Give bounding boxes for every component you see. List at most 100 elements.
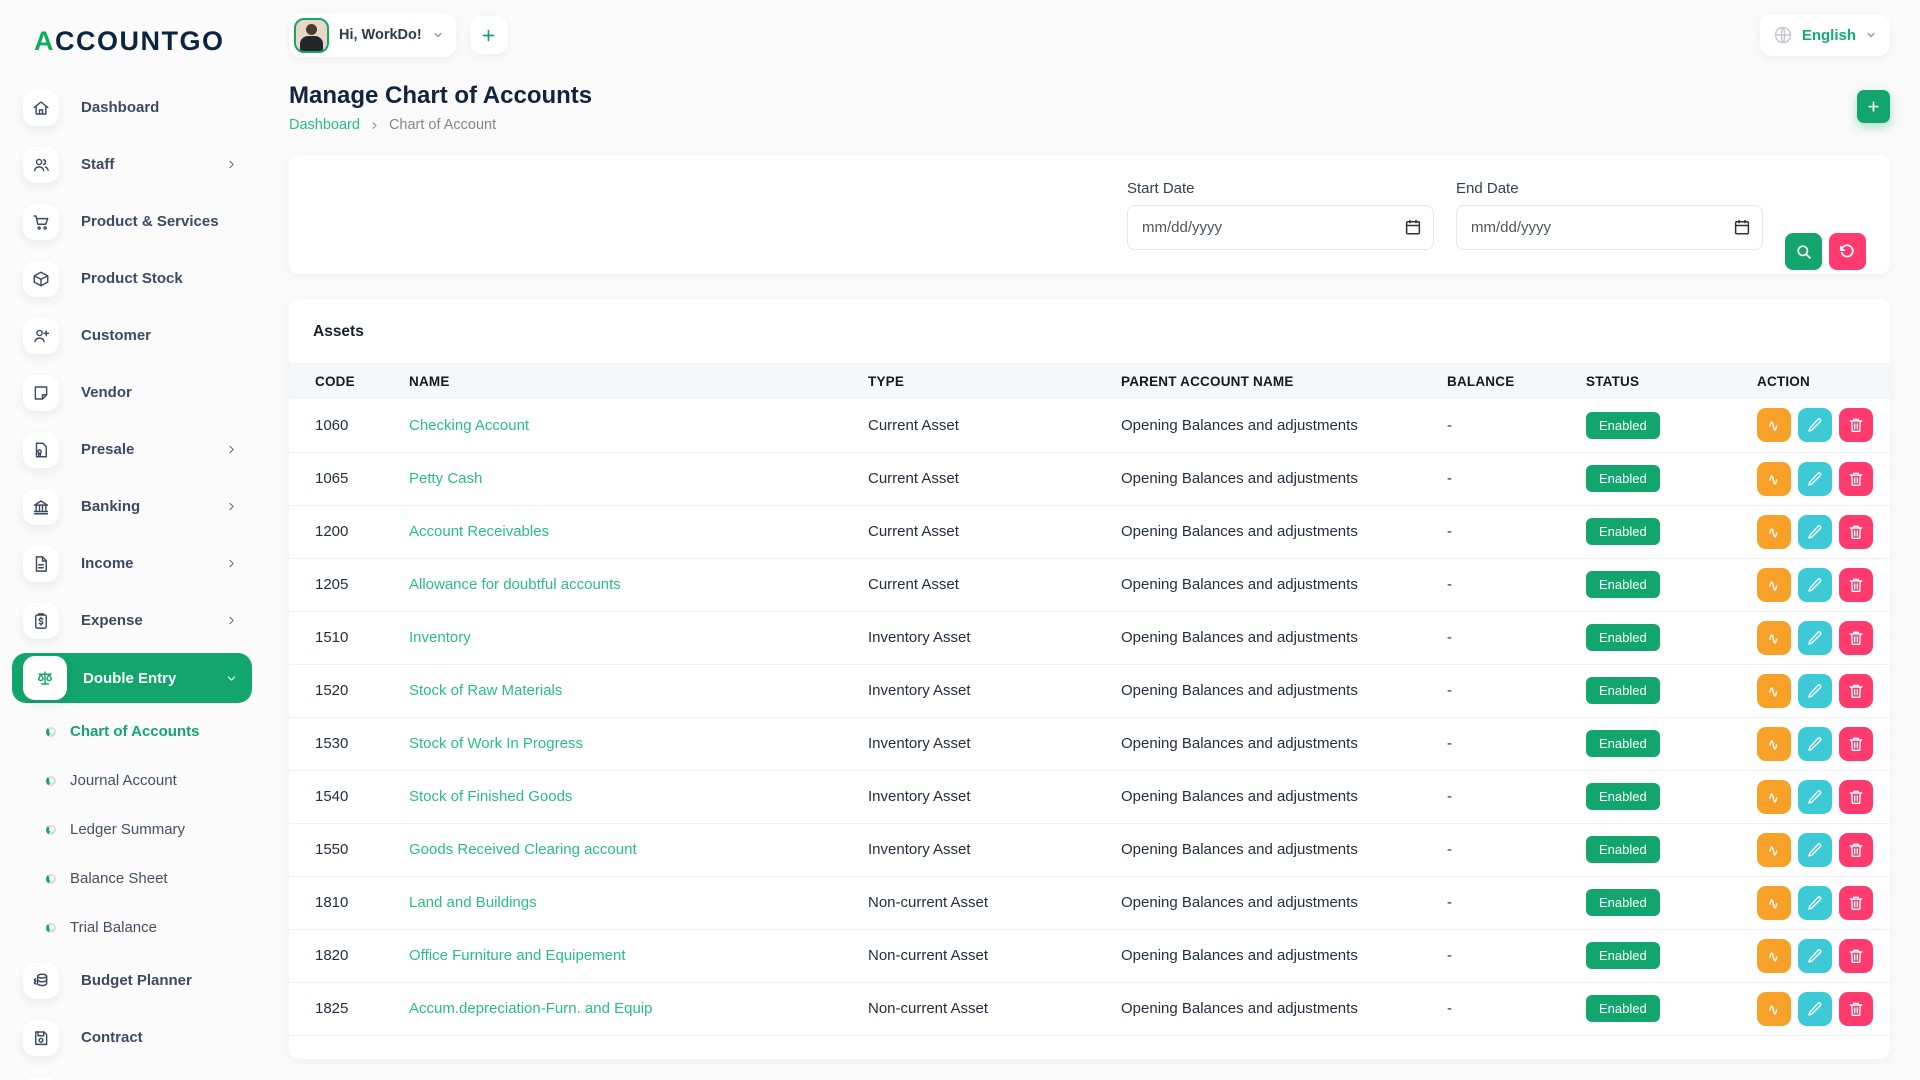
edit-button[interactable] — [1798, 779, 1832, 814]
delete-button[interactable] — [1839, 726, 1873, 761]
activity-button[interactable] — [1757, 726, 1791, 761]
pencil-icon — [1807, 842, 1823, 858]
sidebar-item-product-services[interactable]: Product & Services — [12, 193, 252, 250]
activity-button[interactable] — [1757, 620, 1791, 655]
status-badge: Enabled — [1586, 783, 1660, 810]
edit-button[interactable] — [1798, 461, 1832, 496]
activity-icon — [1766, 895, 1782, 911]
breadcrumb-dashboard[interactable]: Dashboard — [289, 117, 360, 133]
sidebar-item-goal[interactable]: Goal — [12, 1066, 252, 1080]
sidebar-item-label: Product & Services — [81, 213, 219, 230]
sidebar-item-staff[interactable]: Staff — [12, 136, 252, 193]
search-button[interactable] — [1785, 233, 1822, 270]
user-menu[interactable]: Hi, WorkDo! — [289, 13, 456, 57]
sidebar-item-customer[interactable]: Customer — [12, 307, 252, 364]
start-date-input[interactable] — [1127, 204, 1434, 250]
chevron-right-icon — [225, 443, 238, 456]
activity-icon — [1766, 471, 1782, 487]
trash-icon — [1848, 842, 1864, 858]
account-name-link[interactable]: Allowance for doubtful accounts — [409, 576, 621, 593]
sidebar-item-product-stock[interactable]: Product Stock — [12, 250, 252, 307]
column-header-status: STATUS — [1576, 363, 1747, 399]
table-row: 1540 Stock of Finished Goods Inventory A… — [289, 770, 1890, 824]
sidebar-item-contract[interactable]: Contract — [12, 1009, 252, 1066]
account-name-link[interactable]: Goods Received Clearing account — [409, 841, 637, 858]
account-name-link[interactable]: Office Furniture and Equipement — [409, 947, 626, 964]
delete-button[interactable] — [1839, 832, 1873, 867]
account-name-link[interactable]: Land and Buildings — [409, 894, 537, 911]
edit-button[interactable] — [1798, 408, 1832, 443]
activity-button[interactable] — [1757, 832, 1791, 867]
delete-button[interactable] — [1839, 673, 1873, 708]
activity-button[interactable] — [1757, 408, 1791, 443]
end-date-input[interactable] — [1456, 204, 1763, 250]
filter-panel: Start Date End Date — [289, 155, 1890, 274]
edit-button[interactable] — [1798, 726, 1832, 761]
activity-button[interactable] — [1757, 514, 1791, 549]
account-code: 1820 — [289, 929, 399, 983]
sidebar-item-income[interactable]: Income — [12, 535, 252, 592]
activity-button[interactable] — [1757, 938, 1791, 973]
sidebar-item-vendor[interactable]: Vendor — [12, 364, 252, 421]
account-name-link[interactable]: Stock of Work In Progress — [409, 735, 583, 752]
add-account-button[interactable] — [1857, 90, 1890, 123]
edit-button[interactable] — [1798, 514, 1832, 549]
sidebar-item-label: Banking — [81, 498, 141, 515]
sidebar-item-banking[interactable]: Banking — [12, 478, 252, 535]
account-balance: - — [1437, 876, 1576, 930]
app-logo[interactable]: ACCOUNTGO — [0, 18, 264, 75]
delete-button[interactable] — [1839, 779, 1873, 814]
account-name-link[interactable]: Checking Account — [409, 417, 529, 434]
sidebar-item-presale[interactable]: Presale — [12, 421, 252, 478]
sidebar-item-double-entry[interactable]: Double Entry — [12, 653, 252, 703]
account-name-link[interactable]: Inventory — [409, 629, 471, 646]
activity-button[interactable] — [1757, 991, 1791, 1026]
reset-button[interactable] — [1829, 233, 1866, 270]
sidebar-subitem-chart-of-accounts[interactable]: Chart of Accounts — [12, 707, 252, 756]
quick-add-button[interactable] — [469, 16, 508, 54]
trash-icon — [1848, 683, 1864, 699]
account-name-link[interactable]: Account Receivables — [409, 523, 549, 540]
edit-button[interactable] — [1798, 938, 1832, 973]
delete-button[interactable] — [1839, 514, 1873, 549]
language-selector[interactable]: English — [1759, 14, 1890, 56]
trash-icon — [1848, 577, 1864, 593]
delete-button[interactable] — [1839, 991, 1873, 1026]
delete-button[interactable] — [1839, 885, 1873, 920]
account-code: 1200 — [289, 505, 399, 559]
account-name-link[interactable]: Petty Cash — [409, 470, 482, 487]
account-name-link[interactable]: Stock of Raw Materials — [409, 682, 562, 699]
edit-button[interactable] — [1798, 832, 1832, 867]
edit-button[interactable] — [1798, 620, 1832, 655]
delete-button[interactable] — [1839, 567, 1873, 602]
parent-account-name: Opening Balances and adjustments — [1111, 664, 1437, 718]
activity-button[interactable] — [1757, 461, 1791, 496]
delete-button[interactable] — [1839, 620, 1873, 655]
sidebar-subitem-journal-account[interactable]: Journal Account — [12, 756, 252, 805]
activity-button[interactable] — [1757, 779, 1791, 814]
delete-button[interactable] — [1839, 938, 1873, 973]
delete-button[interactable] — [1839, 461, 1873, 496]
delete-button[interactable] — [1839, 408, 1873, 443]
sidebar-subitem-balance-sheet[interactable]: Balance Sheet — [12, 854, 252, 903]
sidebar-item-budget-planner[interactable]: Budget Planner — [12, 952, 252, 1009]
edit-button[interactable] — [1798, 885, 1832, 920]
account-name-link[interactable]: Stock of Finished Goods — [409, 788, 572, 805]
activity-button[interactable] — [1757, 885, 1791, 920]
activity-button[interactable] — [1757, 673, 1791, 708]
sidebar-item-dashboard[interactable]: Dashboard — [12, 79, 252, 136]
user-plus-icon — [23, 317, 59, 354]
sidebar-subitem-ledger-summary[interactable]: Ledger Summary — [12, 805, 252, 854]
sidebar-item-expense[interactable]: Expense — [12, 592, 252, 649]
edit-button[interactable] — [1798, 567, 1832, 602]
table-row: 1200 Account Receivables Current Asset O… — [289, 505, 1890, 559]
sidebar-subitem-trial-balance[interactable]: Trial Balance — [12, 903, 252, 952]
edit-button[interactable] — [1798, 673, 1832, 708]
pencil-icon — [1807, 895, 1823, 911]
scales-icon — [23, 656, 67, 700]
edit-button[interactable] — [1798, 991, 1832, 1026]
account-name-link[interactable]: Accum.depreciation-Furn. and Equip — [409, 1000, 652, 1017]
account-type: Inventory Asset — [858, 664, 1111, 718]
activity-button[interactable] — [1757, 567, 1791, 602]
bullet-icon — [46, 726, 56, 737]
